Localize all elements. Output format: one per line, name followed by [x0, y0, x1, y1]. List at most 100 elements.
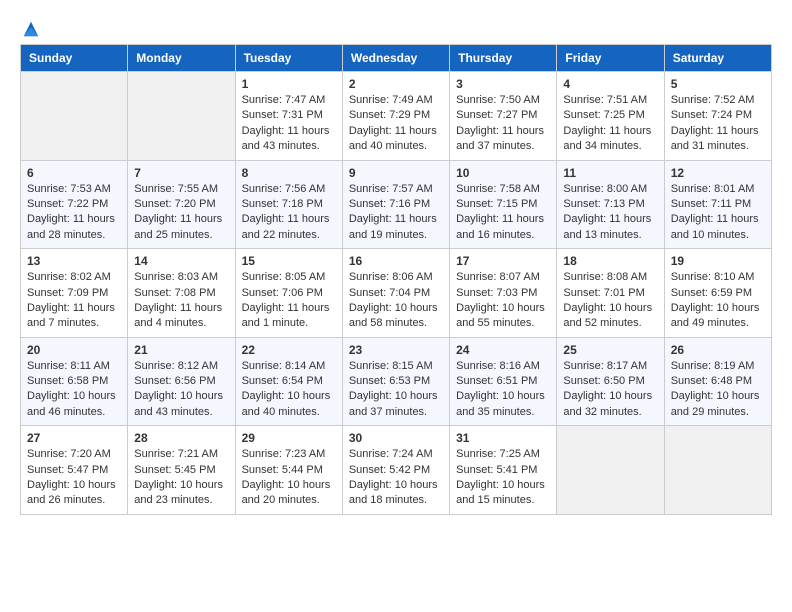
- day-number: 28: [134, 431, 228, 445]
- day-info: Sunrise: 8:05 AMSunset: 7:06 PMDaylight:…: [242, 270, 336, 332]
- day-info: Sunrise: 7:24 AMSunset: 5:42 PMDaylight:…: [349, 447, 443, 509]
- calendar-cell: 5 Sunrise: 7:52 AMSunset: 7:24 PMDaylight…: [664, 72, 771, 161]
- day-number: 4: [563, 77, 657, 91]
- week-row-1: 1 Sunrise: 7:47 AMSunset: 7:31 PMDaylight…: [21, 72, 772, 161]
- calendar-cell: 25 Sunrise: 8:17 AMSunset: 6:50 PMDayligh…: [557, 337, 664, 426]
- calendar-cell: 11Sunrise: 8:00 AMSunset: 7:13 PMDayligh…: [557, 160, 664, 249]
- weekday-header-monday: Monday: [128, 45, 235, 72]
- day-number: 26: [671, 343, 765, 357]
- day-number: 20: [27, 343, 121, 357]
- calendar-cell: 2 Sunrise: 7:49 AMSunset: 7:29 PMDaylight…: [342, 72, 449, 161]
- calendar-cell: [21, 72, 128, 161]
- day-info: Sunrise: 7:47 AMSunset: 7:31 PMDaylight:…: [242, 93, 336, 155]
- week-row-3: 13Sunrise: 8:02 AMSunset: 7:09 PMDayligh…: [21, 249, 772, 338]
- calendar-cell: 7 Sunrise: 7:55 AMSunset: 7:20 PMDaylight…: [128, 160, 235, 249]
- day-number: 30: [349, 431, 443, 445]
- day-number: 5: [671, 77, 765, 91]
- day-number: 17: [456, 254, 550, 268]
- week-row-4: 20 Sunrise: 8:11 AMSunset: 6:58 PMDayligh…: [21, 337, 772, 426]
- day-info: Sunrise: 8:17 AMSunset: 6:50 PMDaylight:…: [563, 359, 657, 421]
- day-number: 18: [563, 254, 657, 268]
- day-info: Sunrise: 8:06 AMSunset: 7:04 PMDaylight:…: [349, 270, 443, 332]
- weekday-header-thursday: Thursday: [450, 45, 557, 72]
- day-info: Sunrise: 7:58 AMSunset: 7:15 PMDaylight:…: [456, 182, 550, 244]
- weekday-header-sunday: Sunday: [21, 45, 128, 72]
- day-number: 19: [671, 254, 765, 268]
- logo-icon: [22, 20, 40, 38]
- calendar-cell: 30 Sunrise: 7:24 AMSunset: 5:42 PMDayligh…: [342, 426, 449, 515]
- day-number: 7: [134, 166, 228, 180]
- page-header: [20, 20, 772, 34]
- day-info: Sunrise: 8:14 AMSunset: 6:54 PMDaylight:…: [242, 359, 336, 421]
- day-number: 16: [349, 254, 443, 268]
- day-info: Sunrise: 8:16 AMSunset: 6:51 PMDaylight:…: [456, 359, 550, 421]
- day-info: Sunrise: 7:20 AMSunset: 5:47 PMDaylight:…: [27, 447, 121, 509]
- logo: [20, 20, 40, 34]
- day-number: 6: [27, 166, 121, 180]
- calendar-cell: 26Sunrise: 8:19 AMSunset: 6:48 PMDayligh…: [664, 337, 771, 426]
- weekday-header-saturday: Saturday: [664, 45, 771, 72]
- weekday-header-row: SundayMondayTuesdayWednesdayThursdayFrid…: [21, 45, 772, 72]
- day-info: Sunrise: 7:55 AMSunset: 7:20 PMDaylight:…: [134, 182, 228, 244]
- day-number: 14: [134, 254, 228, 268]
- day-info: Sunrise: 7:57 AMSunset: 7:16 PMDaylight:…: [349, 182, 443, 244]
- day-info: Sunrise: 7:52 AMSunset: 7:24 PMDaylight:…: [671, 93, 765, 155]
- calendar-cell: 31Sunrise: 7:25 AMSunset: 5:41 PMDayligh…: [450, 426, 557, 515]
- day-number: 1: [242, 77, 336, 91]
- day-number: 8: [242, 166, 336, 180]
- day-info: Sunrise: 8:15 AMSunset: 6:53 PMDaylight:…: [349, 359, 443, 421]
- calendar-cell: 24 Sunrise: 8:16 AMSunset: 6:51 PMDayligh…: [450, 337, 557, 426]
- calendar-cell: 22 Sunrise: 8:14 AMSunset: 6:54 PMDayligh…: [235, 337, 342, 426]
- calendar-cell: 12 Sunrise: 8:01 AMSunset: 7:11 PMDayligh…: [664, 160, 771, 249]
- calendar-cell: 18Sunrise: 8:08 AMSunset: 7:01 PMDayligh…: [557, 249, 664, 338]
- weekday-header-wednesday: Wednesday: [342, 45, 449, 72]
- day-info: Sunrise: 8:01 AMSunset: 7:11 PMDaylight:…: [671, 182, 765, 244]
- calendar-cell: 15 Sunrise: 8:05 AMSunset: 7:06 PMDayligh…: [235, 249, 342, 338]
- day-info: Sunrise: 8:00 AMSunset: 7:13 PMDaylight:…: [563, 182, 657, 244]
- day-number: 15: [242, 254, 336, 268]
- day-number: 22: [242, 343, 336, 357]
- day-info: Sunrise: 7:49 AMSunset: 7:29 PMDaylight:…: [349, 93, 443, 155]
- calendar-cell: [557, 426, 664, 515]
- calendar-cell: 20 Sunrise: 8:11 AMSunset: 6:58 PMDayligh…: [21, 337, 128, 426]
- day-info: Sunrise: 8:12 AMSunset: 6:56 PMDaylight:…: [134, 359, 228, 421]
- calendar-cell: 23 Sunrise: 8:15 AMSunset: 6:53 PMDayligh…: [342, 337, 449, 426]
- day-info: Sunrise: 7:23 AMSunset: 5:44 PMDaylight:…: [242, 447, 336, 509]
- day-number: 23: [349, 343, 443, 357]
- day-info: Sunrise: 7:25 AMSunset: 5:41 PMDaylight:…: [456, 447, 550, 509]
- day-info: Sunrise: 7:21 AMSunset: 5:45 PMDaylight:…: [134, 447, 228, 509]
- day-info: Sunrise: 7:56 AMSunset: 7:18 PMDaylight:…: [242, 182, 336, 244]
- day-number: 10: [456, 166, 550, 180]
- day-info: Sunrise: 8:10 AMSunset: 6:59 PMDaylight:…: [671, 270, 765, 332]
- calendar-cell: 14Sunrise: 8:03 AMSunset: 7:08 PMDayligh…: [128, 249, 235, 338]
- calendar-cell: 9 Sunrise: 7:57 AMSunset: 7:16 PMDaylight…: [342, 160, 449, 249]
- calendar-cell: [128, 72, 235, 161]
- calendar-cell: 8 Sunrise: 7:56 AMSunset: 7:18 PMDaylight…: [235, 160, 342, 249]
- day-number: 9: [349, 166, 443, 180]
- day-number: 24: [456, 343, 550, 357]
- day-info: Sunrise: 8:07 AMSunset: 7:03 PMDaylight:…: [456, 270, 550, 332]
- calendar-cell: 16 Sunrise: 8:06 AMSunset: 7:04 PMDayligh…: [342, 249, 449, 338]
- calendar-cell: 21Sunrise: 8:12 AMSunset: 6:56 PMDayligh…: [128, 337, 235, 426]
- weekday-header-friday: Friday: [557, 45, 664, 72]
- calendar-cell: [664, 426, 771, 515]
- day-number: 2: [349, 77, 443, 91]
- calendar-cell: 4 Sunrise: 7:51 AMSunset: 7:25 PMDaylight…: [557, 72, 664, 161]
- weekday-header-tuesday: Tuesday: [235, 45, 342, 72]
- day-info: Sunrise: 8:11 AMSunset: 6:58 PMDaylight:…: [27, 359, 121, 421]
- calendar-cell: 3 Sunrise: 7:50 AMSunset: 7:27 PMDaylight…: [450, 72, 557, 161]
- calendar-cell: 6 Sunrise: 7:53 AMSunset: 7:22 PMDaylight…: [21, 160, 128, 249]
- calendar-cell: 13Sunrise: 8:02 AMSunset: 7:09 PMDayligh…: [21, 249, 128, 338]
- week-row-5: 27Sunrise: 7:20 AMSunset: 5:47 PMDayligh…: [21, 426, 772, 515]
- day-info: Sunrise: 7:50 AMSunset: 7:27 PMDaylight:…: [456, 93, 550, 155]
- day-number: 25: [563, 343, 657, 357]
- calendar-cell: 29 Sunrise: 7:23 AMSunset: 5:44 PMDayligh…: [235, 426, 342, 515]
- day-info: Sunrise: 7:53 AMSunset: 7:22 PMDaylight:…: [27, 182, 121, 244]
- day-number: 3: [456, 77, 550, 91]
- day-info: Sunrise: 7:51 AMSunset: 7:25 PMDaylight:…: [563, 93, 657, 155]
- calendar-cell: 19 Sunrise: 8:10 AMSunset: 6:59 PMDayligh…: [664, 249, 771, 338]
- day-number: 29: [242, 431, 336, 445]
- calendar-cell: 10 Sunrise: 7:58 AMSunset: 7:15 PMDayligh…: [450, 160, 557, 249]
- calendar-cell: 28 Sunrise: 7:21 AMSunset: 5:45 PMDayligh…: [128, 426, 235, 515]
- day-number: 12: [671, 166, 765, 180]
